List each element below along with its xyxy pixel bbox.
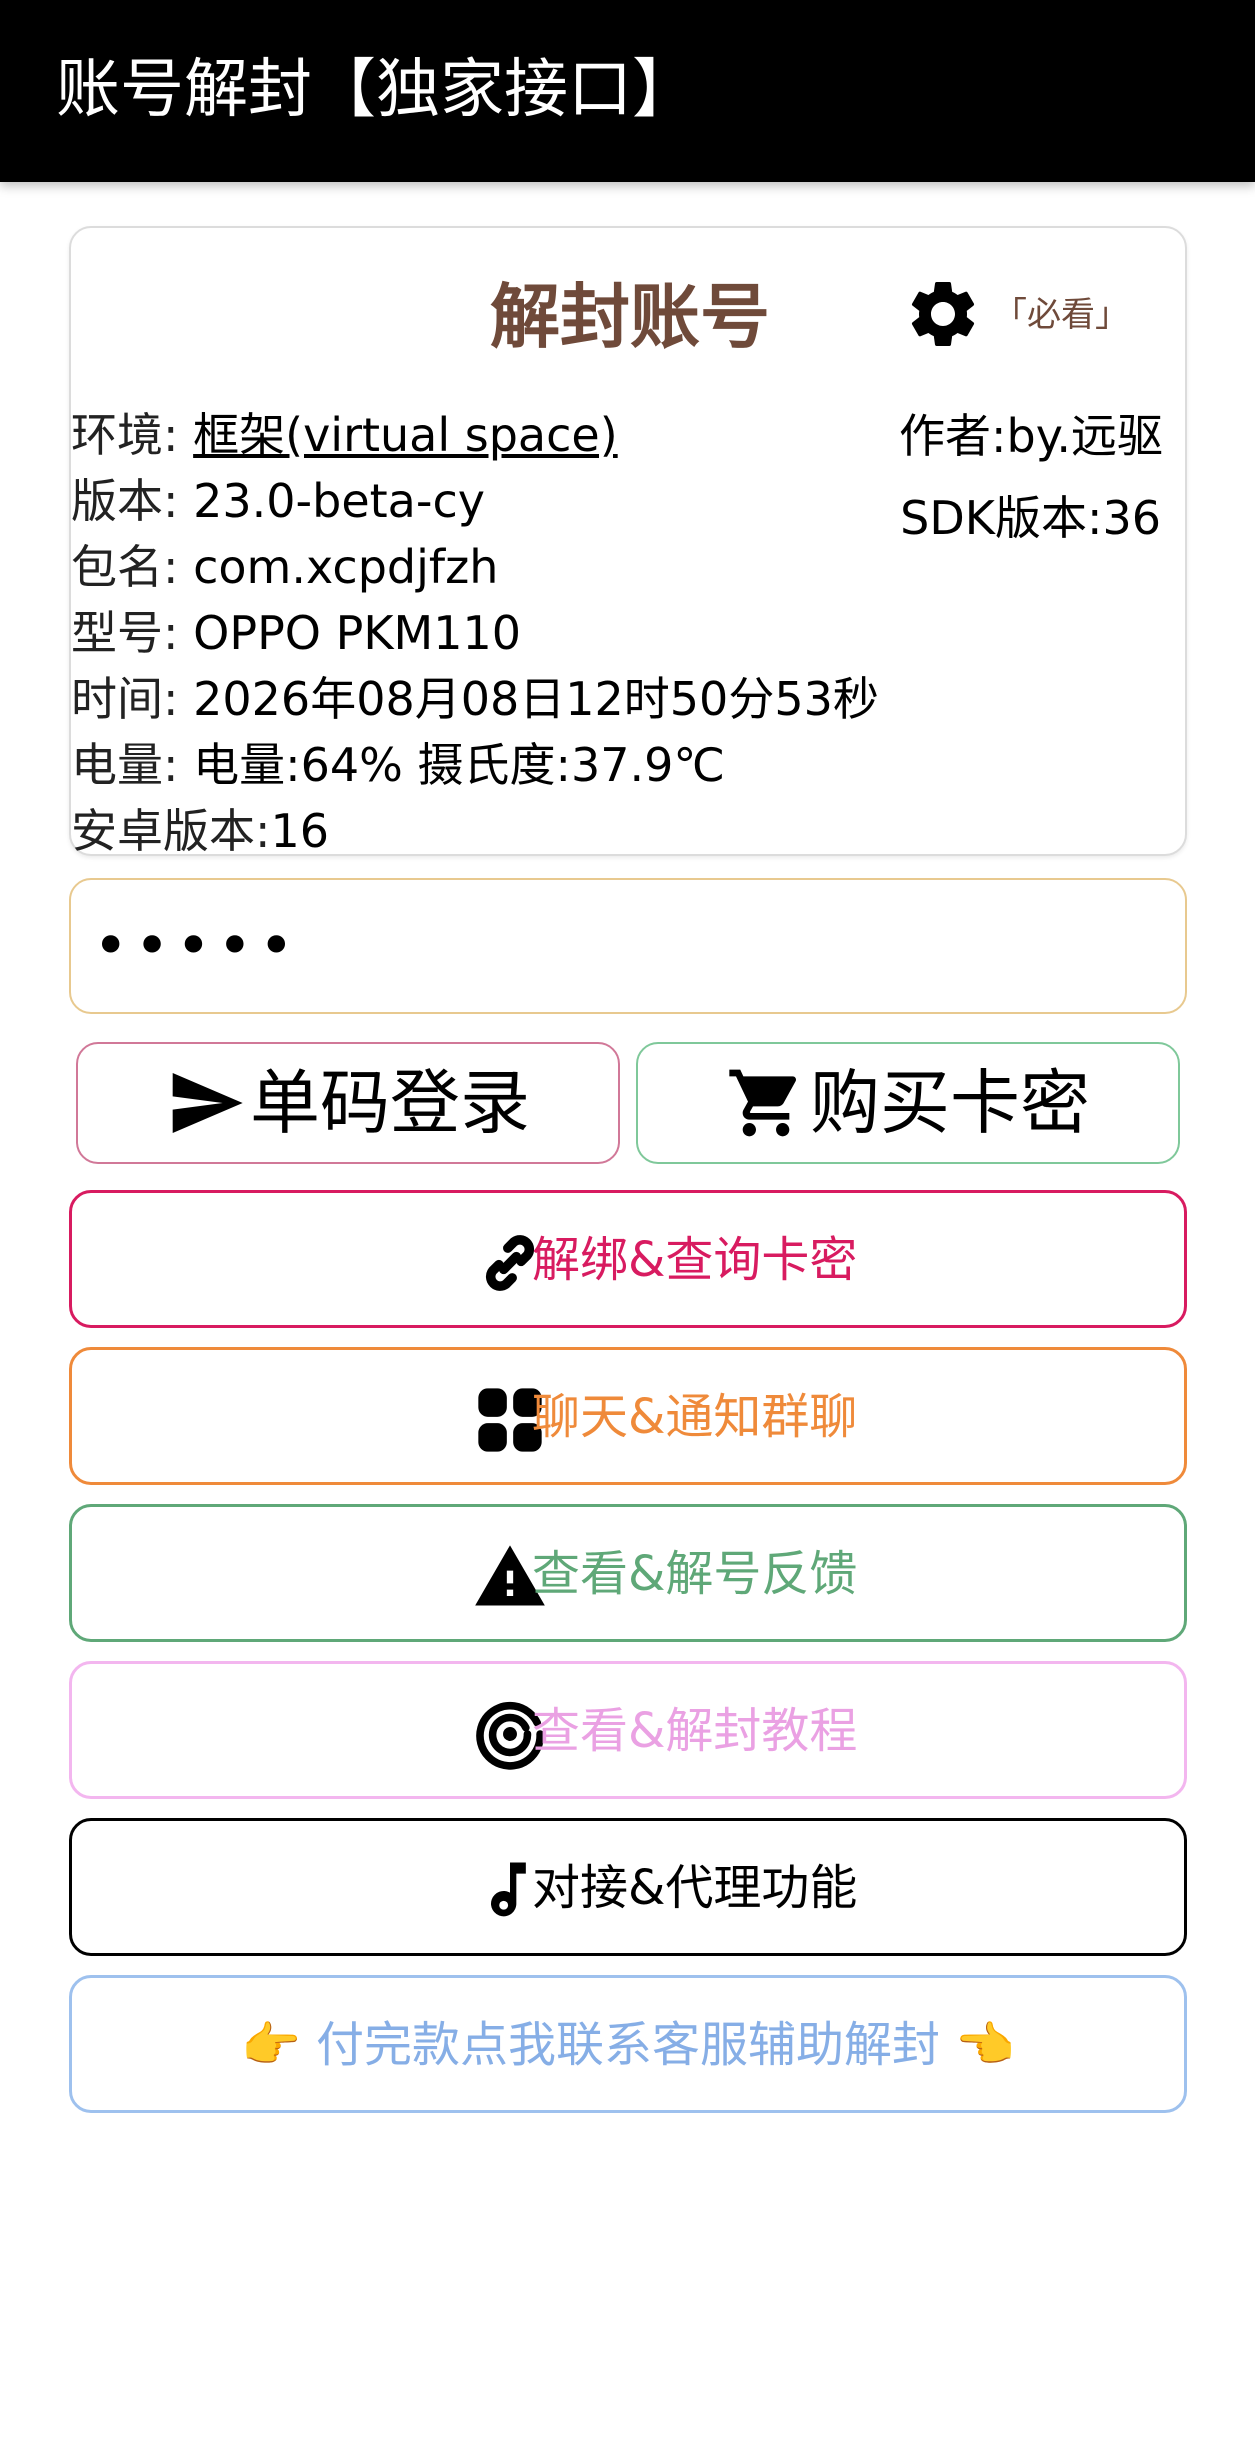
agent-button-label: 对接&代理功能 (532, 1860, 858, 1916)
time-value: 2026年08月08日12时50分53秒 (193, 672, 879, 726)
model-row: 型号: OPPO PKM110 (71, 600, 879, 666)
android-version-label: 安卓版本: (71, 804, 271, 858)
contact-support-button[interactable]: 👉 付完款点我联系客服辅助解封 👈 (69, 1975, 1187, 2113)
version-row: 版本: 23.0-beta-cy (71, 468, 879, 534)
env-label: 环境: (71, 408, 194, 462)
battery-label: 电量: (71, 738, 194, 792)
contact-button-label: 👉 付完款点我联系客服辅助解封 👈 (240, 2017, 1016, 2073)
feedback-button[interactable]: 查看&解号反馈 (69, 1504, 1187, 1642)
gear-icon[interactable] (903, 274, 983, 354)
time-row: 时间: 2026年08月08日12时50分53秒 (71, 666, 879, 732)
tutorial-button-label: 查看&解封教程 (532, 1703, 858, 1759)
android-version-value: 16 (270, 804, 330, 858)
cart-icon (729, 1069, 797, 1137)
buy-card-button[interactable]: 购买卡密 (636, 1042, 1180, 1164)
author-label: 作者:by.远驱 (899, 409, 1163, 463)
card-code-input[interactable] (69, 878, 1187, 1014)
sdk-version-label: SDK版本:36 (900, 491, 1161, 545)
send-icon (172, 1073, 243, 1133)
package-value: com.xcpdjfzh (193, 540, 499, 594)
version-label: 版本: (71, 474, 194, 528)
tutorial-button[interactable]: 查看&解封教程 (69, 1661, 1187, 1799)
unbind-query-button[interactable]: 解绑&查询卡密 (69, 1190, 1187, 1328)
battery-value: 电量:64% 摄氏度:37.9℃ (193, 738, 726, 792)
feedback-button-label: 查看&解号反馈 (532, 1546, 858, 1602)
android-version-row: 安卓版本:16 (71, 798, 879, 864)
login-button-label: 单码登录 (250, 1062, 530, 1144)
version-value: 23.0-beta-cy (193, 474, 485, 528)
env-row: 环境: 框架(virtual space) (71, 402, 879, 468)
chat-button-label: 聊天&通知群聊 (532, 1389, 858, 1445)
must-read-link[interactable]: 「必看」 (993, 290, 1129, 340)
env-value-link[interactable]: 框架(virtual space) (193, 408, 618, 462)
package-label: 包名: (71, 540, 194, 594)
time-label: 时间: (71, 672, 194, 726)
model-value: OPPO PKM110 (193, 606, 522, 660)
buy-button-label: 购买卡密 (810, 1062, 1090, 1144)
single-code-login-button[interactable]: 单码登录 (76, 1042, 620, 1164)
device-info-list: 环境: 框架(virtual space) 版本: 23.0-beta-cy 包… (71, 402, 879, 864)
package-row: 包名: com.xcpdjfzh (71, 534, 879, 600)
app-bar: 账号解封【独家接口】 (0, 0, 1255, 182)
app-title: 账号解封【独家接口】 (56, 53, 696, 127)
battery-row: 电量: 电量:64% 摄氏度:37.9℃ (71, 732, 879, 798)
agent-function-button[interactable]: 对接&代理功能 (69, 1818, 1187, 1956)
device-info-card: 解封账号 「必看」 作者:by.远驱 SDK版本:36 环境: 框架(virtu… (69, 226, 1187, 858)
chat-group-button[interactable]: 聊天&通知群聊 (69, 1347, 1187, 1485)
model-label: 型号: (71, 606, 194, 660)
unbind-button-label: 解绑&查询卡密 (532, 1232, 858, 1288)
